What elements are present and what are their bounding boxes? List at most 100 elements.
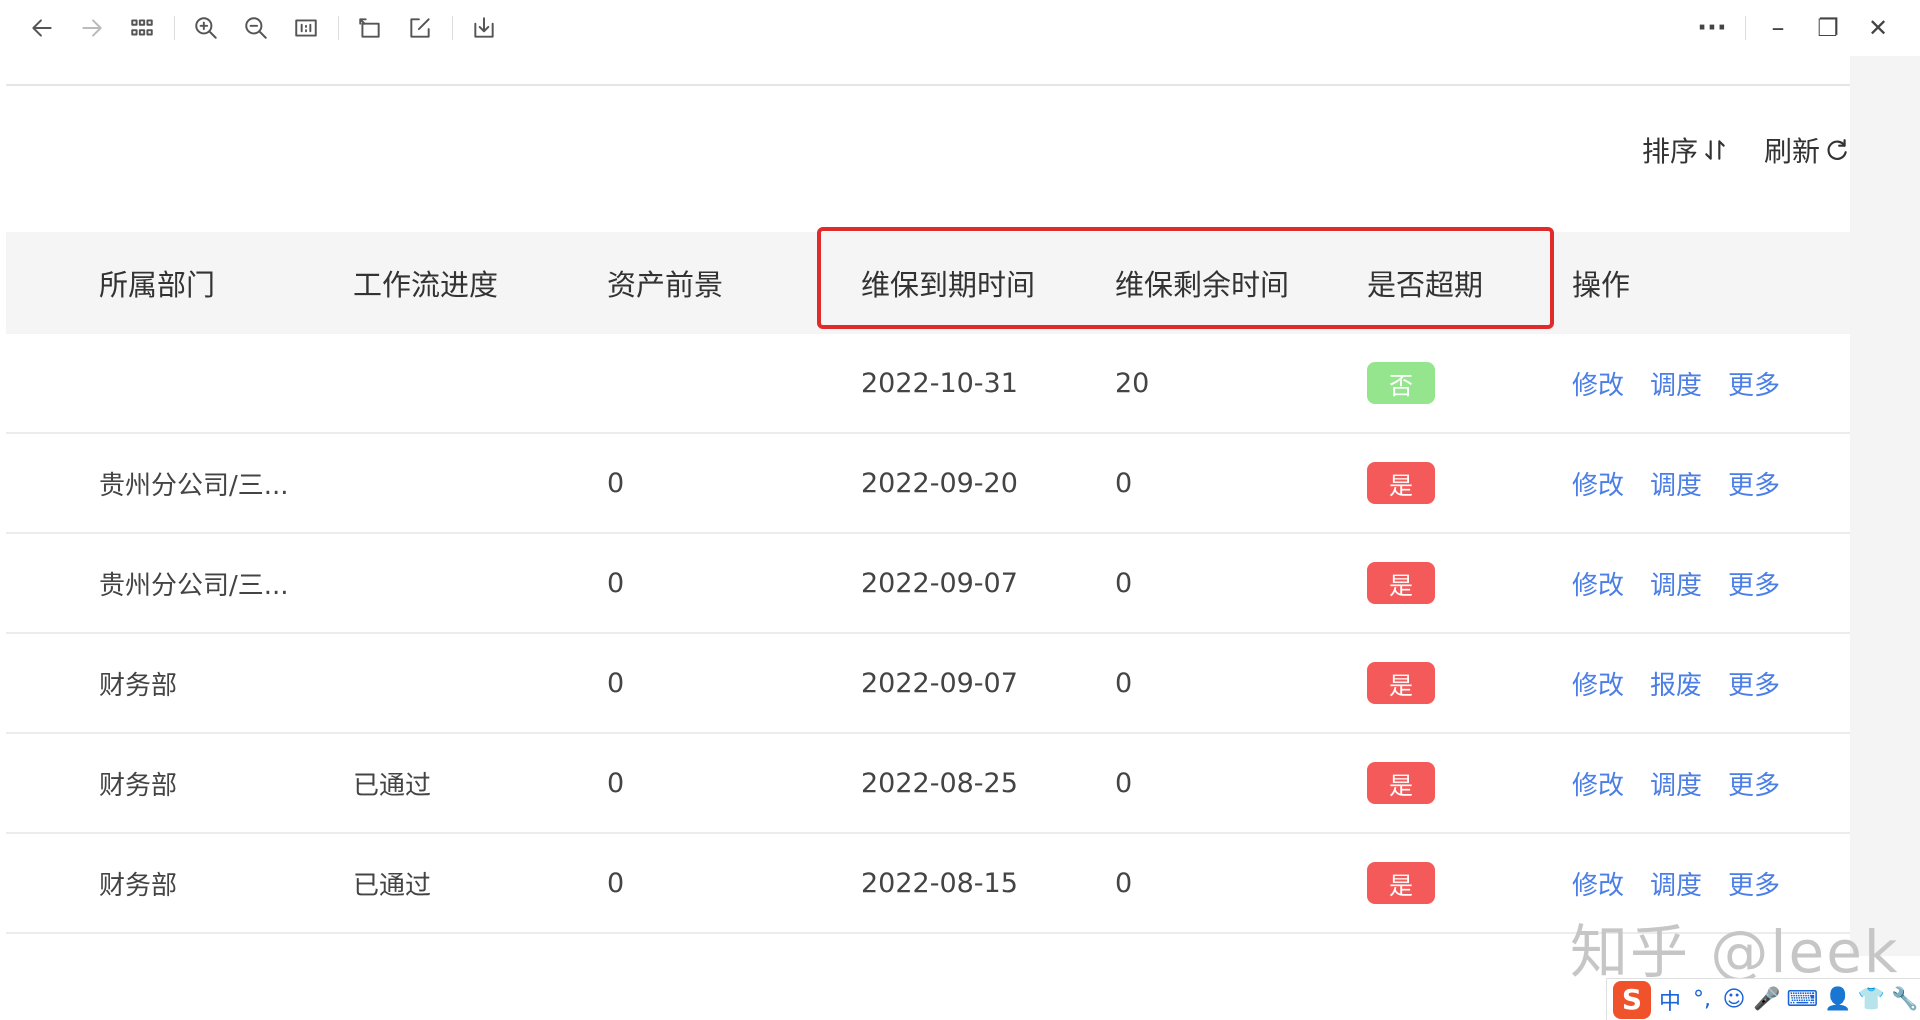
ime-logo-icon[interactable]: S (1613, 980, 1651, 1019)
status-badge: 是 (1367, 662, 1435, 704)
toolbar-divider (452, 16, 453, 40)
watermark: 知乎 @leek (1570, 918, 1900, 986)
status-badge: 是 (1367, 862, 1435, 904)
more-link[interactable]: 更多 (1728, 465, 1780, 502)
scrap-link[interactable]: 报废 (1650, 665, 1702, 702)
cell-prospect: 0 (607, 767, 625, 799)
ime-emoji-icon[interactable]: ☺ (1721, 987, 1747, 1012)
edit-link[interactable]: 修改 (1572, 465, 1624, 502)
scrollbar[interactable] (1850, 56, 1920, 956)
cell-overdue: 是 (1367, 734, 1435, 832)
status-badge: 否 (1367, 362, 1435, 404)
dispatch-link[interactable]: 调度 (1650, 365, 1702, 402)
cell-remaining: 0 (1115, 467, 1133, 499)
cell-remaining: 0 (1115, 567, 1133, 599)
cell-prospect: 0 (607, 467, 625, 499)
sort-label: 排序 (1641, 135, 1698, 168)
more-icon[interactable]: ··· (1696, 12, 1728, 44)
forward-arrow-icon[interactable] (76, 12, 108, 44)
ime-settings-icon[interactable]: 🔧 (1891, 987, 1918, 1012)
table-header: 所属部门 工作流进度 资产前景 维保到期时间 维保剩余时间 是否超期 操作 (6, 232, 1850, 334)
dispatch-link[interactable]: 调度 (1650, 865, 1702, 902)
divider (6, 84, 1850, 86)
more-link[interactable]: 更多 (1728, 765, 1780, 802)
edit-link[interactable]: 修改 (1572, 565, 1624, 602)
edit-link[interactable]: 修改 (1572, 365, 1624, 402)
cell-expiry: 2022-08-15 (861, 867, 1018, 899)
cell-prospect: 0 (607, 867, 625, 899)
more-link[interactable]: 更多 (1728, 865, 1780, 902)
cell-progress: 已通过 (353, 770, 432, 801)
refresh-button[interactable]: 刷新 (1764, 130, 1850, 170)
column-header-ops: 操作 (1572, 268, 1631, 302)
dispatch-link[interactable]: 调度 (1650, 465, 1702, 502)
cell-dept: 财务部 (99, 670, 178, 701)
toolbar-divider (338, 16, 339, 40)
cell-remaining: 0 (1115, 667, 1133, 699)
minimize-icon[interactable]: – (1762, 12, 1794, 44)
rotate-icon[interactable] (354, 12, 386, 44)
more-link[interactable]: 更多 (1728, 665, 1780, 702)
toolbar-divider (174, 16, 175, 40)
ime-mic-icon[interactable]: 🎤 (1753, 987, 1780, 1012)
ime-skin-icon[interactable]: 👕 (1858, 987, 1885, 1012)
edit-icon[interactable] (404, 12, 436, 44)
sort-icon (1705, 140, 1725, 160)
sort-button[interactable]: 排序 (1642, 130, 1728, 170)
viewer-toolbar: ··· – ❐ ✕ (0, 0, 1920, 56)
edit-link[interactable]: 修改 (1572, 765, 1624, 802)
asset-table: 所属部门 工作流进度 资产前景 维保到期时间 维保剩余时间 是否超期 操作 20… (6, 232, 1850, 934)
cell-expiry: 2022-09-20 (861, 467, 1018, 499)
save-icon[interactable] (468, 12, 500, 44)
column-header-overdue: 是否超期 (1367, 268, 1484, 302)
grid-icon[interactable] (126, 12, 158, 44)
status-badge: 是 (1367, 462, 1435, 504)
cell-ops: 修改 调度 更多 (1572, 734, 1780, 832)
cell-ops: 修改 调度 更多 (1572, 434, 1780, 532)
status-badge: 是 (1367, 562, 1435, 604)
ime-keyboard-icon[interactable]: ⌨ (1786, 987, 1818, 1012)
column-header-expiry: 维保到期时间 (861, 268, 1036, 302)
cell-dept: 财务部 (99, 870, 178, 901)
more-link[interactable]: 更多 (1728, 365, 1780, 402)
cell-overdue: 是 (1367, 634, 1435, 732)
cell-overdue: 否 (1367, 334, 1435, 432)
refresh-icon (1827, 139, 1847, 160)
zoom-in-icon[interactable] (190, 12, 222, 44)
toolbar-divider (1745, 16, 1746, 40)
cell-expiry: 2022-08-25 (861, 767, 1018, 799)
column-header-remaining: 维保剩余时间 (1115, 268, 1290, 302)
column-header-progress: 工作流进度 (353, 268, 499, 302)
ime-user-icon[interactable]: 👤 (1824, 987, 1851, 1012)
status-badge: 是 (1367, 762, 1435, 804)
cell-ops: 修改 调度 更多 (1572, 334, 1780, 432)
cell-remaining: 0 (1115, 767, 1133, 799)
table-row: 财务部 0 2022-09-07 0 是 修改 报废 更多 (6, 634, 1850, 734)
edit-link[interactable]: 修改 (1572, 665, 1624, 702)
ime-language-toggle[interactable]: 中 (1657, 984, 1683, 1016)
back-arrow-icon[interactable] (26, 12, 58, 44)
cell-ops: 修改 调度 更多 (1572, 534, 1780, 632)
cell-dept: 贵州分公司/三... (99, 470, 289, 501)
cell-overdue: 是 (1367, 534, 1435, 632)
dispatch-link[interactable]: 调度 (1650, 765, 1702, 802)
column-header-prospect: 资产前景 (607, 268, 724, 302)
ime-toolbar: S 中 °, ☺ 🎤 ⌨ 👤 👕 🔧 (1606, 978, 1920, 1020)
close-icon[interactable]: ✕ (1862, 12, 1894, 44)
cell-ops: 修改 报废 更多 (1572, 634, 1780, 732)
actual-size-icon[interactable] (290, 12, 322, 44)
cell-progress: 已通过 (353, 870, 432, 901)
restore-icon[interactable]: ❐ (1812, 12, 1844, 44)
cell-remaining: 0 (1115, 867, 1133, 899)
edit-link[interactable]: 修改 (1572, 865, 1624, 902)
cell-dept: 贵州分公司/三... (99, 570, 289, 601)
cell-overdue: 是 (1367, 834, 1435, 932)
zoom-out-icon[interactable] (240, 12, 272, 44)
cell-remaining: 20 (1115, 367, 1150, 399)
table-row: 2022-10-31 20 否 修改 调度 更多 (6, 334, 1850, 434)
dispatch-link[interactable]: 调度 (1650, 565, 1702, 602)
ime-punctuation-icon[interactable]: °, (1689, 987, 1715, 1012)
more-link[interactable]: 更多 (1728, 565, 1780, 602)
cell-overdue: 是 (1367, 434, 1435, 532)
refresh-label: 刷新 (1763, 135, 1820, 168)
